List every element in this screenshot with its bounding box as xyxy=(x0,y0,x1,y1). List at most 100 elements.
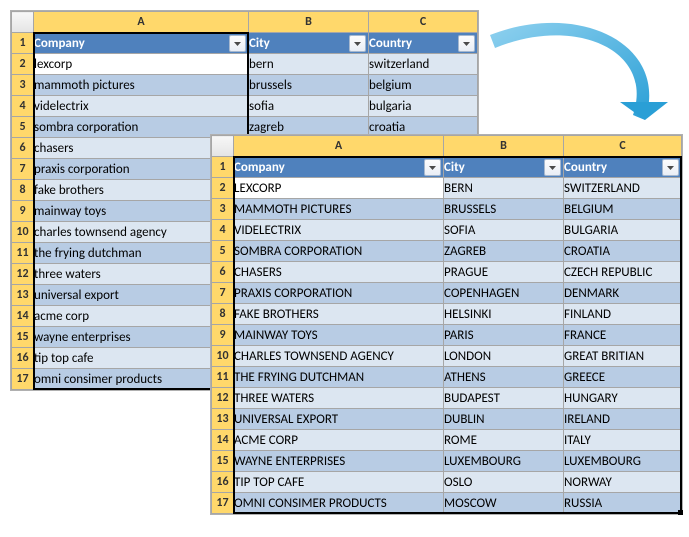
row-heading[interactable]: 4 xyxy=(12,96,34,117)
row-heading[interactable]: 15 xyxy=(12,327,34,348)
header-company[interactable]: Company xyxy=(234,157,444,178)
cell-country[interactable]: RUSSIA xyxy=(564,493,682,514)
cell-city[interactable]: bern xyxy=(249,54,369,75)
cell-company[interactable]: MAINWAY TOYS xyxy=(234,325,444,346)
cell-country[interactable]: BULGARIA xyxy=(564,220,682,241)
cell-country[interactable]: GREAT BRITIAN xyxy=(564,346,682,367)
cell-country[interactable]: IRELAND xyxy=(564,409,682,430)
row-heading[interactable]: 3 xyxy=(12,75,34,96)
row-heading[interactable]: 3 xyxy=(212,199,234,220)
cell-city[interactable]: ROME xyxy=(444,430,564,451)
cell-country[interactable]: BELGIUM xyxy=(564,199,682,220)
cell-company[interactable]: OMNI CONSIMER PRODUCTS xyxy=(234,493,444,514)
row-heading[interactable]: 9 xyxy=(212,325,234,346)
cell-company[interactable]: SOMBRA CORPORATION xyxy=(234,241,444,262)
row-heading[interactable]: 6 xyxy=(12,138,34,159)
row-heading[interactable]: 9 xyxy=(12,201,34,222)
select-all-corner[interactable] xyxy=(212,136,234,157)
cell-city[interactable]: LUXEMBOURG xyxy=(444,451,564,472)
col-heading-a[interactable]: A xyxy=(34,12,249,33)
cell-city[interactable]: PRAGUE xyxy=(444,262,564,283)
row-heading[interactable]: 6 xyxy=(212,262,234,283)
header-city[interactable]: City xyxy=(249,33,369,54)
cell-country[interactable]: CZECH REPUBLIC xyxy=(564,262,682,283)
cell-country[interactable]: belgium xyxy=(369,75,478,96)
row-heading[interactable]: 8 xyxy=(12,180,34,201)
cell-company[interactable]: mammoth pictures xyxy=(34,75,249,96)
cell-city[interactable]: brussels xyxy=(249,75,369,96)
row-heading[interactable]: 11 xyxy=(212,367,234,388)
row-heading[interactable]: 1 xyxy=(12,33,34,54)
cell-country[interactable]: FRANCE xyxy=(564,325,682,346)
cell-country[interactable]: ITALY xyxy=(564,430,682,451)
cell-company[interactable]: UNIVERSAL EXPORT xyxy=(234,409,444,430)
filter-dropdown-icon[interactable] xyxy=(662,159,679,176)
row-heading[interactable]: 7 xyxy=(12,159,34,180)
header-city[interactable]: City xyxy=(444,157,564,178)
cell-city[interactable]: PARIS xyxy=(444,325,564,346)
cell-company[interactable]: CHASERS xyxy=(234,262,444,283)
row-heading[interactable]: 7 xyxy=(212,283,234,304)
grid[interactable]: ABC1CompanyCityCountry2LEXCORPBERNSWITZE… xyxy=(211,135,682,514)
cell-city[interactable]: COPENHAGEN xyxy=(444,283,564,304)
col-heading-c[interactable]: C xyxy=(369,12,478,33)
row-heading[interactable]: 10 xyxy=(212,346,234,367)
cell-city[interactable]: BUDAPEST xyxy=(444,388,564,409)
filter-dropdown-icon[interactable] xyxy=(424,159,441,176)
cell-city[interactable]: OSLO xyxy=(444,472,564,493)
cell-company[interactable]: CHARLES TOWNSEND AGENCY xyxy=(234,346,444,367)
row-heading[interactable]: 15 xyxy=(212,451,234,472)
row-heading[interactable]: 12 xyxy=(12,264,34,285)
cell-country[interactable]: LUXEMBOURG xyxy=(564,451,682,472)
cell-company[interactable]: WAYNE ENTERPRISES xyxy=(234,451,444,472)
cell-country[interactable]: GREECE xyxy=(564,367,682,388)
cell-city[interactable]: HELSINKI xyxy=(444,304,564,325)
row-heading[interactable]: 5 xyxy=(212,241,234,262)
cell-company[interactable]: THE FRYING DUTCHMAN xyxy=(234,367,444,388)
cell-country[interactable]: SWITZERLAND xyxy=(564,178,682,199)
row-heading[interactable]: 16 xyxy=(212,472,234,493)
cell-country[interactable]: DENMARK xyxy=(564,283,682,304)
cell-city[interactable]: LONDON xyxy=(444,346,564,367)
cell-city[interactable]: DUBLIN xyxy=(444,409,564,430)
row-heading[interactable]: 5 xyxy=(12,117,34,138)
cell-company[interactable]: MAMMOTH PICTURES xyxy=(234,199,444,220)
cell-company[interactable]: LEXCORP xyxy=(234,178,444,199)
cell-company[interactable]: TIP TOP CAFE xyxy=(234,472,444,493)
cell-country[interactable]: switzerland xyxy=(369,54,478,75)
row-heading[interactable]: 4 xyxy=(212,220,234,241)
col-heading-c[interactable]: C xyxy=(564,136,682,157)
filter-dropdown-icon[interactable] xyxy=(458,35,475,52)
row-heading[interactable]: 12 xyxy=(212,388,234,409)
row-heading[interactable]: 10 xyxy=(12,222,34,243)
row-heading[interactable]: 2 xyxy=(212,178,234,199)
row-heading[interactable]: 17 xyxy=(212,493,234,514)
select-all-corner[interactable] xyxy=(12,12,34,33)
cell-country[interactable]: CROATIA xyxy=(564,241,682,262)
col-heading-a[interactable]: A xyxy=(234,136,444,157)
cell-company[interactable]: videlectrix xyxy=(34,96,249,117)
col-heading-b[interactable]: B xyxy=(249,12,369,33)
cell-city[interactable]: ZAGREB xyxy=(444,241,564,262)
row-heading[interactable]: 13 xyxy=(212,409,234,430)
cell-company[interactable]: lexcorp xyxy=(34,54,249,75)
filter-dropdown-icon[interactable] xyxy=(544,159,561,176)
cell-country[interactable]: FINLAND xyxy=(564,304,682,325)
row-heading[interactable]: 1 xyxy=(212,157,234,178)
cell-company[interactable]: VIDELECTRIX xyxy=(234,220,444,241)
header-country[interactable]: Country xyxy=(369,33,478,54)
cell-company[interactable]: FAKE BROTHERS xyxy=(234,304,444,325)
row-heading[interactable]: 16 xyxy=(12,348,34,369)
cell-city[interactable]: SOFIA xyxy=(444,220,564,241)
cell-country[interactable]: HUNGARY xyxy=(564,388,682,409)
row-heading[interactable]: 8 xyxy=(212,304,234,325)
filter-dropdown-icon[interactable] xyxy=(349,35,366,52)
header-company[interactable]: Company xyxy=(34,33,249,54)
cell-country[interactable]: bulgaria xyxy=(369,96,478,117)
cell-city[interactable]: sofia xyxy=(249,96,369,117)
row-heading[interactable]: 14 xyxy=(12,306,34,327)
row-heading[interactable]: 13 xyxy=(12,285,34,306)
row-heading[interactable]: 14 xyxy=(212,430,234,451)
row-heading[interactable]: 2 xyxy=(12,54,34,75)
cell-company[interactable]: PRAXIS CORPORATION xyxy=(234,283,444,304)
